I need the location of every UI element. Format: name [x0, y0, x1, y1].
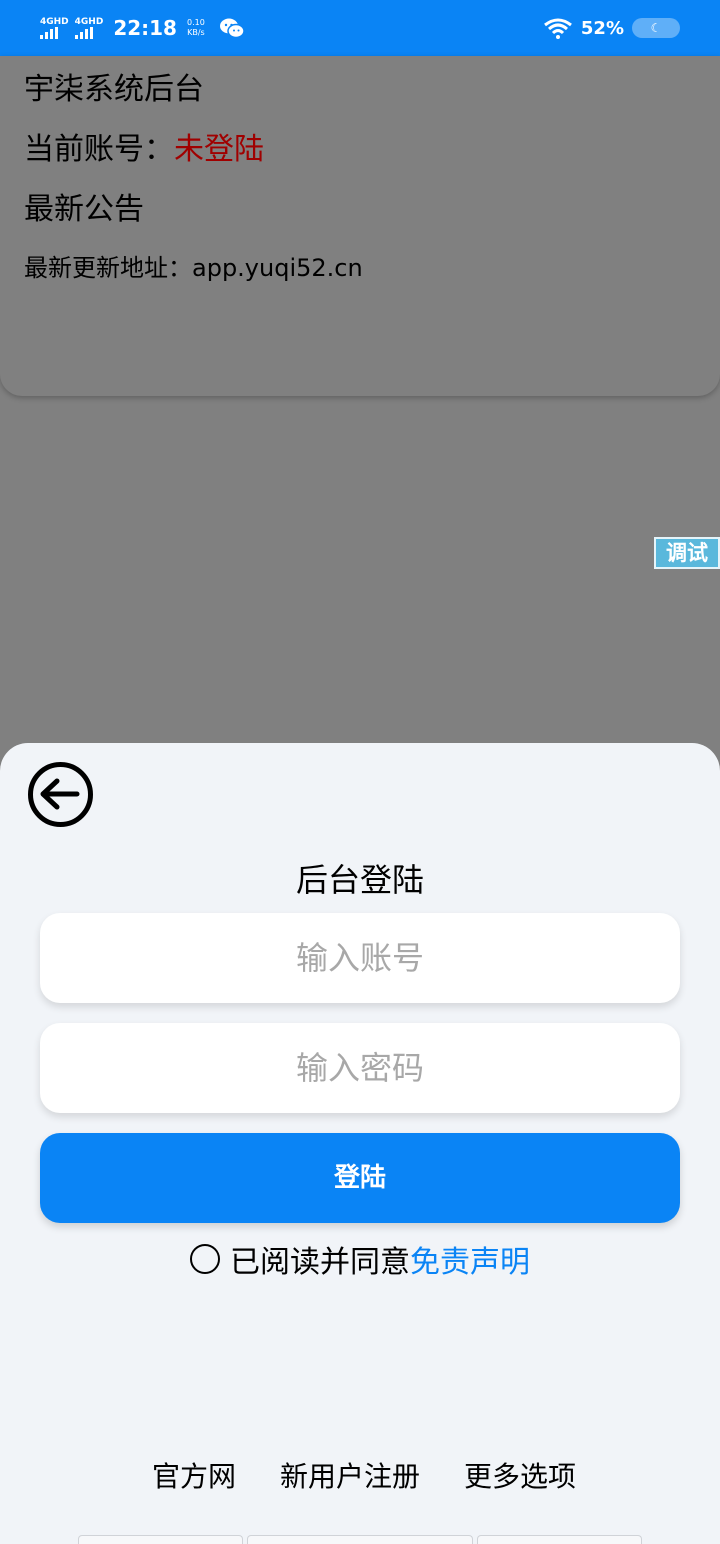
signal-label: 4GHD [40, 17, 69, 27]
login-button[interactable]: 登陆 [40, 1133, 680, 1223]
app-title: 宇柒系统后台 [24, 72, 204, 107]
account-input[interactable] [40, 913, 680, 1003]
info-card: 宇柒系统后台 当前账号：未登陆 最新公告 最新更新地址：app.yuqi52.c… [0, 56, 720, 396]
notice-text: 最新更新地址：app.yuqi52.cn [24, 254, 363, 282]
network-speed-value: 0.10 [186, 18, 205, 27]
bottom-tabs [78, 1535, 642, 1544]
account-status: 未登陆 [174, 132, 264, 167]
bottom-tab[interactable] [477, 1535, 642, 1544]
network-speed-unit: KB/s [187, 28, 205, 37]
signal-indicator-1: 4GHD [40, 17, 69, 39]
network-speed: 0.10 KB/s [187, 18, 205, 38]
bottom-tab[interactable] [78, 1535, 243, 1544]
disclaimer-link[interactable]: 免责声明 [410, 1237, 530, 1281]
account-label: 当前账号： [24, 132, 174, 167]
battery-level: 52% [580, 17, 624, 39]
more-options-link[interactable]: 更多选项 [464, 1455, 576, 1495]
signal-label: 4GHD [74, 17, 104, 27]
signal-bars-icon [74, 27, 93, 39]
status-right: 52% ☾ [543, 17, 680, 39]
signal-indicator-2: 4GHD [74, 17, 104, 39]
password-input[interactable] [40, 1023, 680, 1113]
register-link[interactable]: 新用户注册 [280, 1455, 420, 1495]
wechat-icon [219, 18, 245, 39]
agreement-row: 已阅读并同意 免责声明 [0, 1237, 720, 1281]
login-sheet: 后台登陆 登陆 已阅读并同意 免责声明 官方网 新用户注册 更多选项 [0, 743, 720, 1544]
footer-links: 官方网 新用户注册 更多选项 [0, 1455, 720, 1495]
agree-text: 已阅读并同意 [230, 1245, 410, 1280]
sheet-title: 后台登陆 [295, 861, 424, 899]
notice-title: 最新公告 [24, 192, 144, 227]
back-arrow-icon[interactable] [27, 761, 94, 828]
signal-bars-icon [40, 27, 58, 39]
clock: 22:18 [113, 16, 177, 40]
status-bar: 4GHD 4GHD 22:18 0.10 KB/s 52% ☾ [0, 0, 720, 56]
night-mode-icon: ☾ [632, 18, 680, 38]
password-field-container [40, 1023, 680, 1113]
wifi-icon [543, 18, 572, 39]
account-field-container [40, 913, 680, 1003]
official-site-link[interactable]: 官方网 [152, 1455, 236, 1495]
debug-button[interactable]: 调试 [654, 537, 720, 569]
bottom-tab[interactable] [246, 1535, 474, 1544]
agree-radio[interactable] [190, 1244, 220, 1274]
account-status-row: 当前账号：未登陆 [24, 130, 696, 190]
